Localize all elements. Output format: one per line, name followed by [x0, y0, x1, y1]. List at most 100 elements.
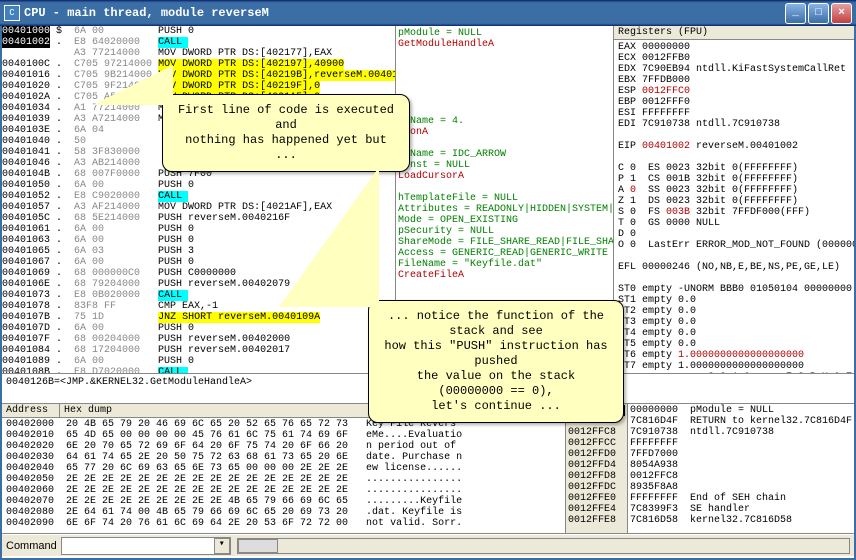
register-line: 3 2 1 0 E S P U O Z D: [618, 372, 850, 373]
register-line: S 0 FS 003B 32bit 7FFDF000(FFF): [618, 207, 850, 218]
stack-row[interactable]: FFFFFFFF End of SEH chain: [630, 493, 852, 504]
info-line: CreateFileA: [398, 270, 611, 281]
info-line: hTemplateFile = NULL: [398, 193, 611, 204]
info-line: lpName = IDC_ARROW: [398, 149, 611, 160]
minimize-button[interactable]: _: [785, 3, 806, 24]
stack-row[interactable]: 7C816D4F RETURN to kernel32.7C816D4F: [630, 416, 852, 427]
info-line: [398, 94, 611, 105]
register-line: O 0 LastErr ERROR_MOD_NOT_FOUND (0000007…: [618, 240, 850, 251]
info-line: [398, 281, 611, 292]
scrollbar-thumb[interactable]: [238, 539, 278, 553]
info-line: ShareMode = FILE_SHARE_READ|FILE_SHARE: [398, 237, 611, 248]
register-line: ST4 empty 0.0: [618, 328, 850, 339]
register-line: EBX 7FFDB000: [618, 75, 850, 86]
disasm-row[interactable]: 00401002 . E8 64020000 CALL: [2, 37, 395, 48]
registers-header: Registers (FPU): [614, 26, 854, 40]
register-line: ST0 empty -UNORM BBB0 01050104 00000000: [618, 284, 850, 295]
register-line: T 0 GS 0000 NULL: [618, 218, 850, 229]
info-line: Attributes = READONLY|HIDDEN|SYSTEM|AF: [398, 204, 611, 215]
info-line: pModule = NULL: [398, 28, 611, 39]
hex-dump-pane[interactable]: Address Hex dump ASCII 00402000 20 4B 65…: [2, 404, 566, 533]
stack-row[interactable]: 7FFD7000: [630, 449, 852, 460]
disasm-row[interactable]: 00401000 $ 6A 00 PUSH 0: [2, 26, 395, 37]
registers-pane[interactable]: Registers (FPU) EAX 00000000ECX 0012FFB0…: [614, 26, 854, 373]
info-line: Mode = OPEN_EXISTING: [398, 215, 611, 226]
maximize-button[interactable]: □: [808, 3, 829, 24]
stack-row[interactable]: FFFFFFFF: [630, 438, 852, 449]
disasm-row[interactable]: 0040107B . 75 1D JNZ SHORT reverseM.0040…: [2, 312, 395, 323]
close-button[interactable]: ×: [831, 3, 852, 24]
stack-pane[interactable]: 0012FFC0 0012FFC40012FFC80012FFCC0012FFD…: [566, 404, 854, 533]
register-line: [618, 251, 850, 262]
info-line: lpName = 4.: [398, 116, 611, 127]
titlebar: C CPU - main thread, module reverseM _ □…: [0, 0, 856, 26]
register-line: A 0 SS 0023 32bit 0(FFFFFFFF): [618, 185, 850, 196]
dump-row[interactable]: 00402080 2E 64 61 74 00 4B 65 79 66 69 6…: [6, 507, 561, 518]
info-line: [398, 138, 611, 149]
register-line: D 0: [618, 229, 850, 240]
stack-row[interactable]: 7C8399F3 SE handler: [630, 504, 852, 515]
register-line: ST5 empty 0.0: [618, 339, 850, 350]
info-line: GetModuleHandleA: [398, 39, 611, 50]
dump-row[interactable]: 00402050 2E 2E 2E 2E 2E 2E 2E 2E 2E 2E 2…: [6, 474, 561, 485]
register-line: EDX 7C90EB94 ntdll.KiFastSystemCallRet: [618, 64, 850, 75]
annotation-callout-2: ... notice the function of the stack and…: [368, 300, 624, 423]
disasm-row[interactable]: 0040108B . E8 D7020000 CALL: [2, 367, 395, 373]
stack-row[interactable]: 00000000 pModule = NULL: [630, 405, 852, 416]
info-line: pSecurity = NULL: [398, 226, 611, 237]
info-line: [398, 61, 611, 72]
info-line: LoadCursorA: [398, 171, 611, 182]
register-line: ST7 empty 1.0000000000000000000: [618, 361, 850, 372]
dump-row[interactable]: 00402070 2E 2E 2E 2E 2E 2E 2E 2E 2E 4B 6…: [6, 496, 561, 507]
disasm-row[interactable]: 0040100C . C705 97214000 MOV DWORD PTR D…: [2, 59, 395, 70]
register-line: Z 1 DS 0023 32bit 0(FFFFFFFF): [618, 196, 850, 207]
info-line: [398, 50, 611, 61]
stack-row[interactable]: 8054A938: [630, 460, 852, 471]
register-line: C 0 ES 0023 32bit 0(FFFFFFFF): [618, 163, 850, 174]
info-line: [398, 72, 611, 83]
dump-row[interactable]: 00402010 65 4D 65 00 00 00 00 45 76 61 6…: [6, 430, 561, 441]
disasm-row[interactable]: 00401020 . C705 9F214000 MOV DWORD PTR D…: [2, 81, 395, 92]
dump-row[interactable]: 00402030 64 61 74 65 2E 20 50 75 72 63 6…: [6, 452, 561, 463]
register-line: ECX 0012FFB0: [618, 53, 850, 64]
dump-row[interactable]: 00402040 65 77 20 6C 69 63 65 6E 73 65 0…: [6, 463, 561, 474]
register-line: EIP 00401002 reverseM.00401002: [618, 141, 850, 152]
window-title: CPU - main thread, module reverseM: [24, 6, 785, 20]
stack-row[interactable]: 8935F8A8: [630, 482, 852, 493]
register-line: EAX 00000000: [618, 42, 850, 53]
disasm-row[interactable]: 00401089 . 6A 00 PUSH 0: [2, 356, 395, 367]
command-dropdown-icon[interactable]: ▾: [214, 538, 230, 554]
disasm-row[interactable]: 00401084 . 68 17204000 PUSH reverseM.004…: [2, 345, 395, 356]
stack-row[interactable]: 0012FFC8: [630, 471, 852, 482]
command-label: Command: [6, 540, 57, 552]
register-line: EBP 0012FFF0: [618, 97, 850, 108]
register-line: ST6 empty 1.0000000000000000000: [618, 350, 850, 361]
info-line: [398, 105, 611, 116]
register-line: ST1 empty 0.0: [618, 295, 850, 306]
register-line: ESP 0012FFC0: [618, 86, 850, 97]
stack-row[interactable]: 7C910738 ntdll.7C910738: [630, 427, 852, 438]
register-line: [618, 273, 850, 284]
info-line: FileName = "Keyfile.dat": [398, 259, 611, 270]
register-line: EFL 00000246 (NO,NB,E,BE,NS,PE,GE,LE): [618, 262, 850, 273]
annotation-callout-1: First line of code is executed and nothi…: [162, 94, 410, 172]
register-line: ST2 empty 0.0: [618, 306, 850, 317]
disasm-row[interactable]: 00401016 . C705 9B214000 MOV DWORD PTR D…: [2, 70, 395, 81]
info-line: [398, 83, 611, 94]
register-line: [618, 152, 850, 163]
horizontal-scrollbar[interactable]: [237, 538, 850, 554]
dump-row[interactable]: 00402020 6E 20 70 65 72 69 6F 64 20 6F 7…: [6, 441, 561, 452]
disasm-row[interactable]: A3 77214000 MOV DWORD PTR DS:[402177],EA…: [2, 48, 395, 59]
disasm-row[interactable]: 0040107F . 68 00204000 PUSH reverseM.004…: [2, 334, 395, 345]
register-line: P 1 CS 001B 32bit 0(FFFFFFFF): [618, 174, 850, 185]
disasm-row[interactable]: 0040107D . 6A 00 PUSH 0: [2, 323, 395, 334]
stack-row[interactable]: 7C816D58 kernel32.7C816D58: [630, 515, 852, 526]
command-input[interactable]: ▾: [61, 537, 231, 555]
info-line: [398, 182, 611, 193]
dump-row[interactable]: 00402090 6E 6F 74 20 76 61 6C 69 64 2E 2…: [6, 518, 561, 529]
dump-row[interactable]: 00402060 2E 2E 2E 2E 2E 2E 2E 2E 2E 2E 2…: [6, 485, 561, 496]
dump-col-hex: Hex dump: [60, 404, 400, 417]
info-line: IconA: [398, 127, 611, 138]
dump-col-address: Address: [2, 404, 60, 417]
info-line: hInst = NULL: [398, 160, 611, 171]
